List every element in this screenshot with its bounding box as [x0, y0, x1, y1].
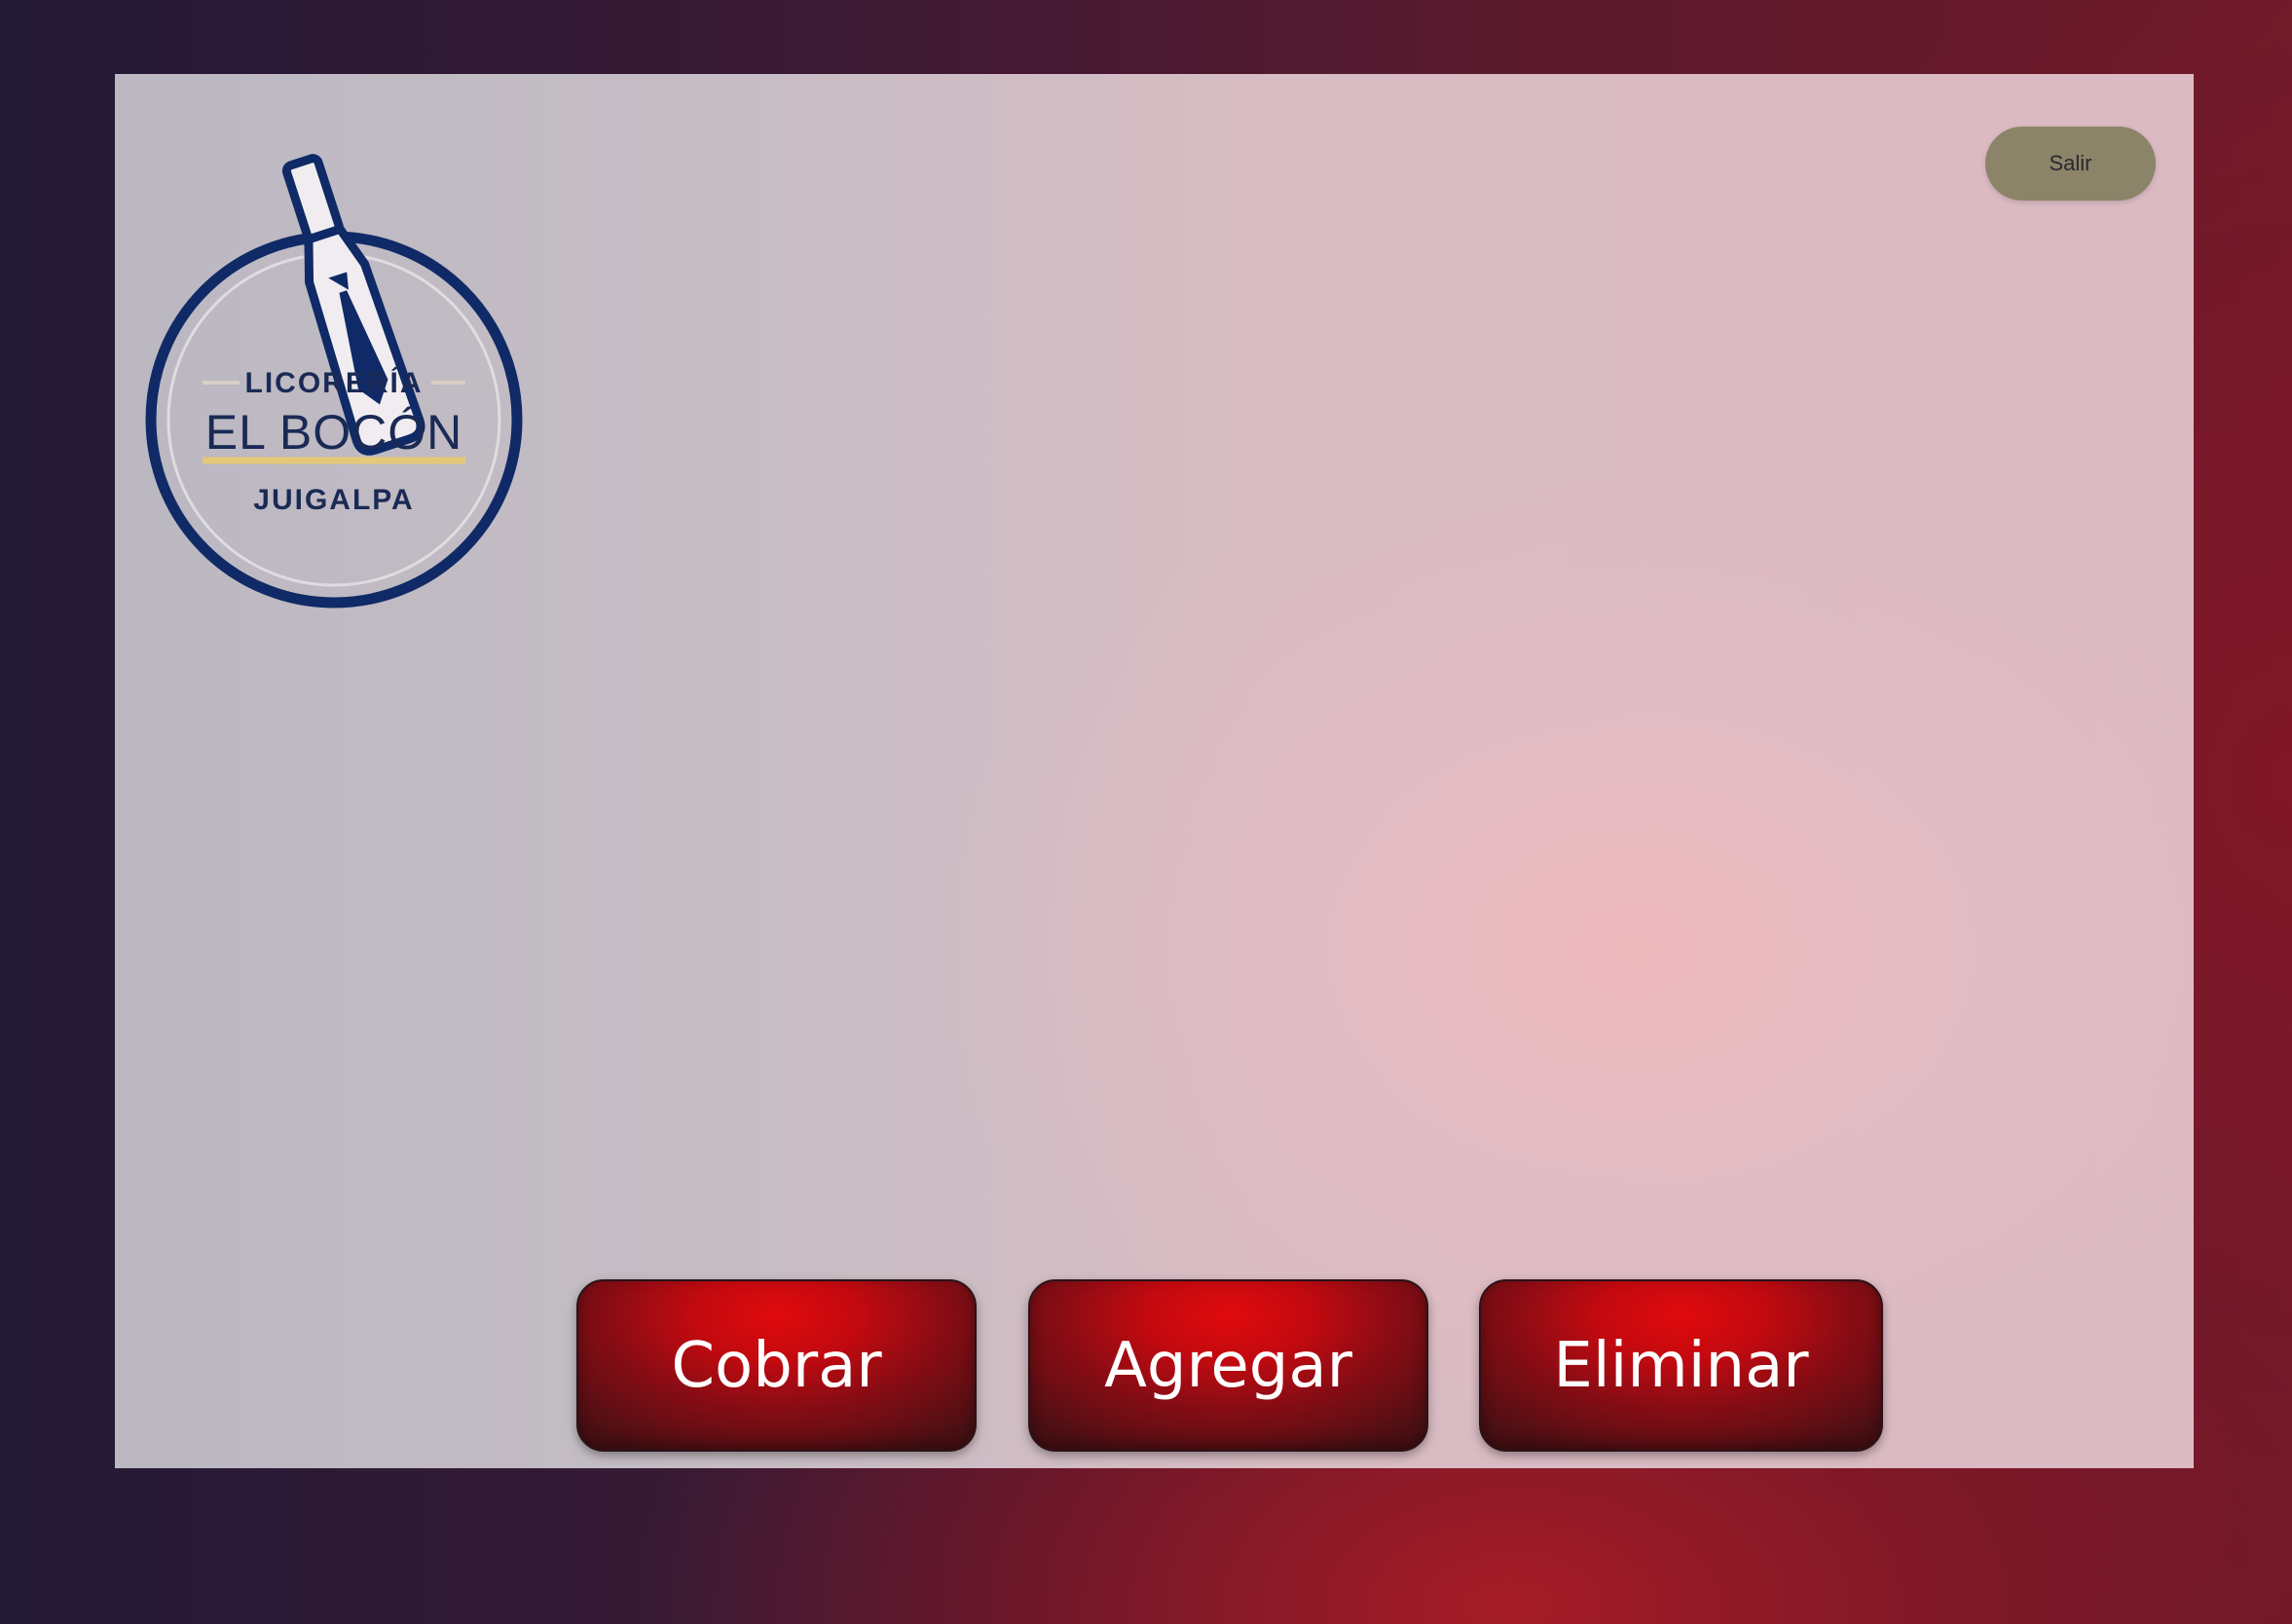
action-bar: Cobrar Agregar Eliminar	[115, 1279, 2194, 1452]
logo-line-2: EL BOCÓN	[205, 405, 463, 460]
main-panel: LICORERÍA EL BOCÓN JUIGALPA Salir Cobrar…	[115, 74, 2194, 1468]
exit-button[interactable]: Salir	[1985, 127, 2156, 201]
logo-line-1: LICORERÍA	[245, 366, 424, 399]
eliminar-button[interactable]: Eliminar	[1479, 1279, 1883, 1452]
cobrar-button[interactable]: Cobrar	[576, 1279, 977, 1452]
logo-line-3: JUIGALPA	[253, 484, 414, 516]
store-logo: LICORERÍA EL BOCÓN JUIGALPA	[144, 128, 534, 614]
agregar-button[interactable]: Agregar	[1028, 1279, 1428, 1452]
